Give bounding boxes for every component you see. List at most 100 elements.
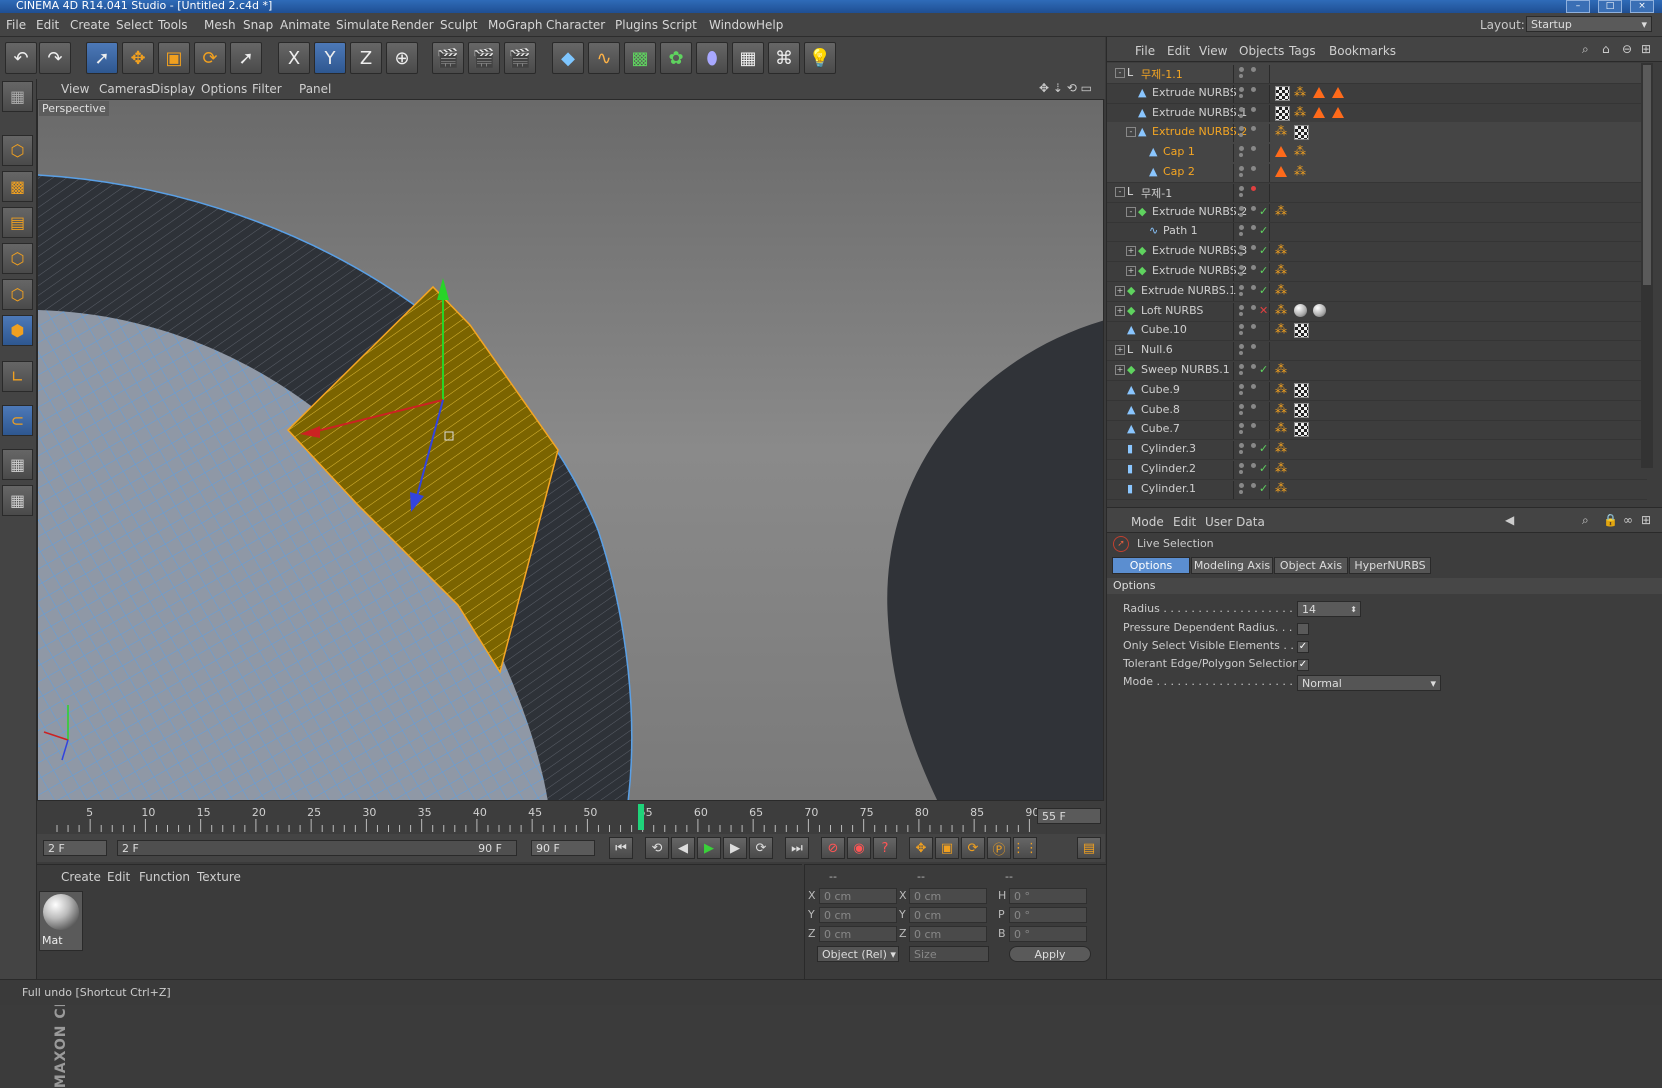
- phong-tag-icon[interactable]: ⁂: [1275, 462, 1288, 475]
- render-visibility-dot[interactable]: [1251, 324, 1256, 330]
- snap-button[interactable]: ⊂: [2, 405, 33, 436]
- object-row[interactable]: + ◆ Extrude NURBS.1 ✓ ⁂: [1107, 281, 1647, 302]
- back-arrow-icon[interactable]: ◀: [1505, 513, 1514, 527]
- editor-visibility-dot[interactable]: [1239, 185, 1244, 191]
- render-visibility-dot[interactable]: [1251, 126, 1256, 132]
- object-row[interactable]: ▲ Cube.10 ⁂: [1107, 320, 1647, 342]
- coord-mode-select[interactable]: Object (Rel) ▾: [817, 946, 899, 962]
- render-visibility-dot[interactable]: [1251, 67, 1256, 72]
- material-swatch[interactable]: Mat: [39, 891, 83, 951]
- phong-tag-icon[interactable]: ⁂: [1275, 363, 1288, 376]
- workplane-mode-button[interactable]: ▤: [2, 207, 33, 238]
- new-window-icon[interactable]: ⊞: [1641, 42, 1651, 56]
- tab-hypernurbs[interactable]: HyperNURBS: [1349, 557, 1431, 574]
- viewport-perspective[interactable]: Perspective: [37, 99, 1104, 801]
- editor-visibility-dot[interactable]: [1239, 390, 1243, 395]
- render-visibility-dot[interactable]: [1251, 106, 1256, 112]
- viewport-menu-display[interactable]: Display: [151, 82, 195, 96]
- selection-tag-icon[interactable]: [1275, 166, 1287, 177]
- axis-mode-button[interactable]: ∟: [2, 361, 33, 392]
- editor-visibility-dot[interactable]: [1239, 371, 1243, 375]
- menu-window[interactable]: Window: [709, 18, 756, 32]
- record-keys-button[interactable]: ⊘: [821, 837, 845, 859]
- scrollbar-thumb[interactable]: [1643, 65, 1651, 285]
- link-icon[interactable]: ∞: [1623, 513, 1633, 527]
- collapse-icon[interactable]: -: [1115, 68, 1125, 78]
- objects-menu-file[interactable]: File: [1135, 44, 1155, 58]
- render-visibility-dot[interactable]: [1251, 86, 1256, 92]
- coord-size-select[interactable]: Size: [909, 946, 989, 962]
- texture-tag-icon[interactable]: [1294, 422, 1309, 438]
- collapse-icon[interactable]: -: [1126, 127, 1136, 138]
- editor-visibility-dot[interactable]: [1239, 291, 1243, 296]
- phong-tag-icon[interactable]: ⁂: [1294, 106, 1307, 119]
- position-field[interactable]: 0 cm: [819, 926, 897, 942]
- attributes-menu-mode[interactable]: Mode: [1131, 515, 1164, 529]
- editor-visibility-dot[interactable]: [1239, 470, 1243, 474]
- object-row[interactable]: + ◆ Sweep NURBS.1 ✓ ⁂: [1107, 360, 1647, 381]
- move-tool-button[interactable]: ✥: [122, 42, 154, 74]
- editor-visibility-dot[interactable]: [1239, 173, 1243, 177]
- editor-visibility-dot[interactable]: [1239, 113, 1243, 118]
- enabled-check-icon[interactable]: ✓: [1259, 462, 1268, 475]
- selection-tag-icon[interactable]: [1332, 86, 1344, 98]
- menu-animate[interactable]: Animate: [280, 18, 330, 32]
- render-visibility-dot[interactable]: [1251, 383, 1256, 389]
- objects-menu-objects[interactable]: Objects: [1239, 44, 1284, 58]
- editor-visibility-dot[interactable]: [1239, 364, 1244, 369]
- render-visibility-dot[interactable]: [1251, 463, 1256, 468]
- radius-input[interactable]: 14 ⬍: [1297, 601, 1361, 617]
- timeline-ruler[interactable]: 5 10 15 20 25 30 35 40 45 50 55 60 65 70 75 80 85 90 55 F: [37, 801, 1105, 834]
- search-icon[interactable]: ⌕: [1582, 513, 1589, 528]
- menu-mesh[interactable]: Mesh: [204, 18, 236, 32]
- size-field[interactable]: 0 cm: [909, 907, 987, 923]
- expand-icon[interactable]: +: [1115, 285, 1125, 296]
- object-row[interactable]: + ◆ Extrude NURBS.3 ✓ ⁂: [1107, 241, 1647, 263]
- editor-visibility-dot[interactable]: [1239, 304, 1244, 310]
- current-frame-field[interactable]: 55 F: [1037, 808, 1101, 824]
- viewport-menu-view[interactable]: View: [61, 82, 89, 96]
- editor-visibility-dot[interactable]: [1239, 383, 1244, 389]
- editor-visibility-dot[interactable]: [1239, 403, 1244, 409]
- menu-script[interactable]: Script: [662, 18, 697, 32]
- rotation-field[interactable]: 0 °: [1009, 907, 1087, 923]
- timeline-playhead[interactable]: [638, 804, 644, 830]
- selection-tag-icon[interactable]: [1313, 86, 1325, 98]
- render-visibility-dot[interactable]: [1251, 403, 1256, 409]
- editor-visibility-dot[interactable]: [1239, 489, 1243, 494]
- objects-menu-bookmarks[interactable]: Bookmarks: [1329, 44, 1396, 58]
- menu-character[interactable]: Character: [546, 18, 605, 32]
- menu-render[interactable]: Render: [391, 18, 434, 32]
- objects-menu-view[interactable]: View: [1199, 44, 1227, 58]
- object-row[interactable]: - L 무제-1: [1107, 182, 1647, 203]
- goto-end-button[interactable]: ⏭: [785, 837, 809, 859]
- goto-start-button[interactable]: ⏮: [609, 837, 633, 859]
- material-menu-edit[interactable]: Edit: [107, 870, 130, 884]
- render-picture-viewer-button[interactable]: 🎬: [468, 42, 500, 74]
- edges-mode-button[interactable]: ⬡: [2, 279, 33, 310]
- object-row[interactable]: ▲ Extrude NURBS ⁂: [1107, 83, 1647, 104]
- keyframe-selection-button[interactable]: ?: [873, 837, 897, 859]
- home-icon[interactable]: ⌂: [1602, 42, 1610, 56]
- enabled-check-icon[interactable]: ✓: [1259, 363, 1268, 376]
- attributes-menu-edit[interactable]: Edit: [1173, 515, 1196, 529]
- mode-select[interactable]: Normal ▾: [1297, 675, 1441, 691]
- editor-visibility-dot[interactable]: [1239, 450, 1243, 455]
- phong-tag-icon[interactable]: ⁂: [1275, 125, 1288, 138]
- editor-visibility-dot[interactable]: [1239, 324, 1244, 330]
- object-row[interactable]: ▲ Cap 1 ⁂: [1107, 142, 1647, 164]
- object-row[interactable]: - ▲ Extrude NURBS.2 ⁂: [1107, 122, 1647, 144]
- expand-icon[interactable]: +: [1126, 246, 1136, 257]
- rotation-field[interactable]: 0 °: [1009, 926, 1087, 942]
- editor-visibility-dot[interactable]: [1239, 463, 1244, 468]
- enabled-check-icon[interactable]: ✓: [1259, 264, 1268, 277]
- undo-button[interactable]: ↶: [5, 42, 37, 74]
- render-visibility-dot[interactable]: [1251, 225, 1256, 231]
- menu-create[interactable]: Create: [70, 18, 110, 32]
- material-menu-create[interactable]: Create: [61, 870, 101, 884]
- editor-visibility-dot[interactable]: [1239, 67, 1244, 72]
- menu-sculpt[interactable]: Sculpt: [440, 18, 477, 32]
- add-cube-button[interactable]: ◆: [552, 42, 584, 74]
- editor-visibility-dot[interactable]: [1239, 146, 1244, 152]
- expand-icon[interactable]: +: [1126, 266, 1136, 276]
